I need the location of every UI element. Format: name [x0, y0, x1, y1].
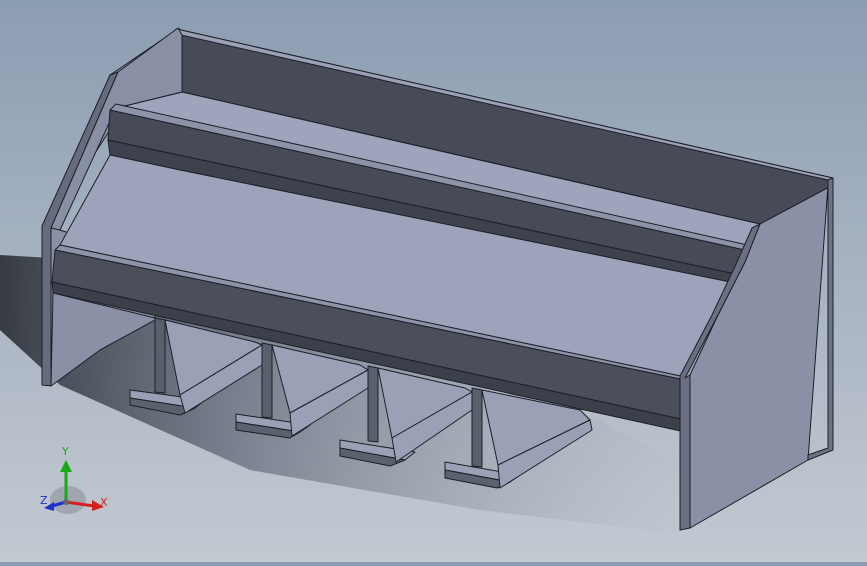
x-axis-label: X [100, 496, 108, 509]
bracket-2-post [261, 342, 273, 419]
coordinate-triad: Y X Z [38, 440, 118, 520]
3d-model-viewport[interactable]: Y X Z [0, 0, 867, 562]
triad-origin [63, 499, 69, 505]
bracket-4-post [471, 387, 483, 468]
z-axis-label: Z [40, 494, 48, 507]
bracket-1-post [154, 317, 166, 394]
y-axis-arrow [60, 460, 72, 472]
triad-svg: Y X Z [40, 445, 108, 514]
y-axis-label: Y [61, 445, 69, 458]
model-canvas[interactable] [0, 0, 867, 562]
bracket-3-post [367, 365, 379, 443]
